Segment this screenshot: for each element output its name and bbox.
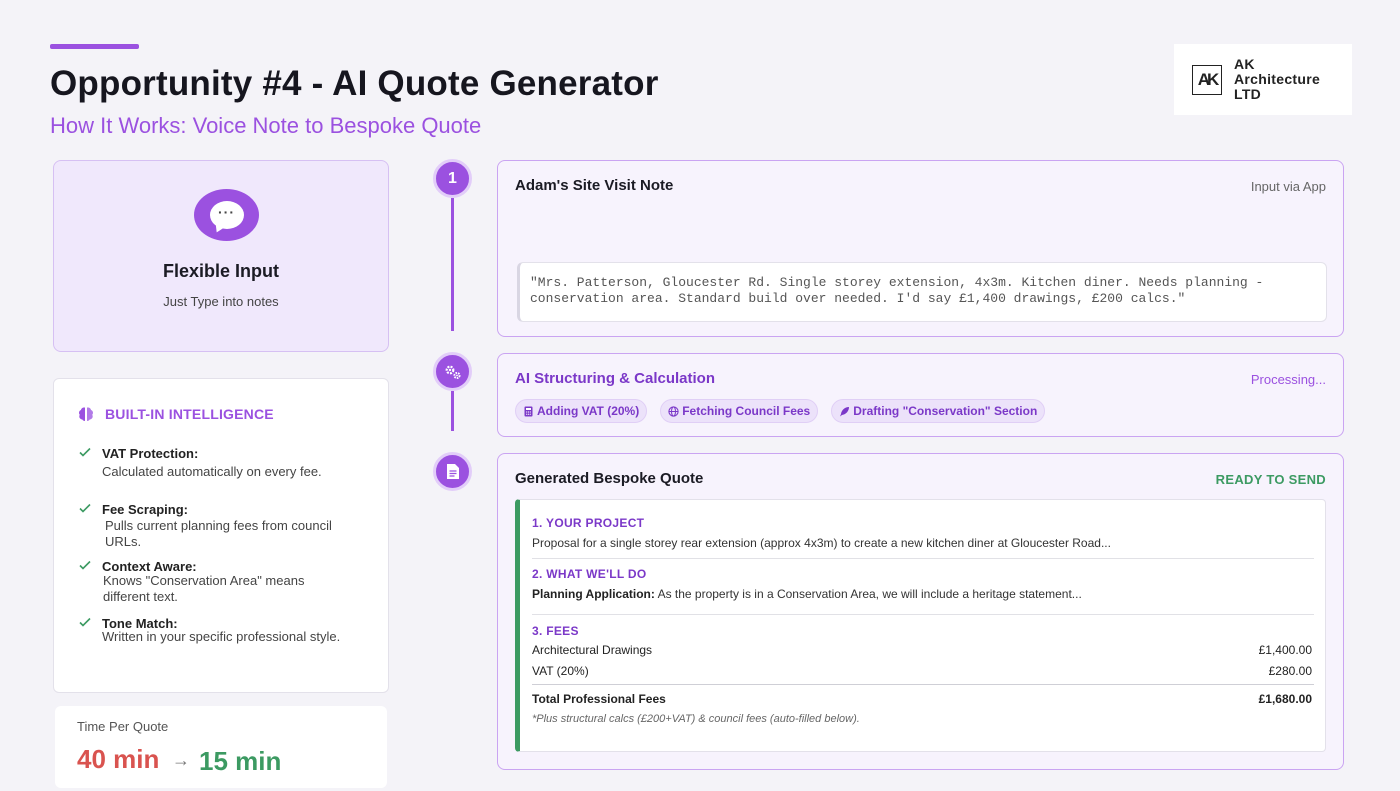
page-subtitle: How It Works: Voice Note to Bespoke Quot… [50,113,482,138]
flexible-input-card: ··· Flexible Input Just Type into notes [53,160,389,352]
input-card-subtitle: Just Type into notes [163,294,279,309]
check-icon [79,617,91,627]
panel-1-status: Input via App [1250,179,1326,194]
check-icon [79,503,91,513]
company-logo: AK AK Architecture LTD [1174,44,1352,115]
calculator-icon [524,406,533,416]
title-accent-bar [50,44,139,49]
check-icon [79,447,91,457]
step-3-circle [433,452,472,491]
logo-mark: AK [1192,64,1222,95]
time-after: 15 min [199,746,282,776]
site-visit-note-text: "Mrs. Patterson, Gloucester Rd. Single s… [517,262,1327,322]
panel-3-title: Generated Bespoke Quote [515,470,704,487]
intelligence-header: BUILT-IN INTELLIGENCE [78,406,274,422]
intelligence-title: BUILT-IN INTELLIGENCE [105,406,274,422]
time-label: Time Per Quote [77,719,169,734]
fee-row-total: Total Professional Fees £1,680.00 [532,692,1312,706]
arrow-right-icon: → [172,750,190,770]
fee-row-drawings: Architectural Drawings £1,400.00 [532,643,1312,657]
panel-2-status: Processing... [1250,372,1326,387]
quote-section-project-text: Proposal for a single storey rear extens… [532,536,1111,550]
intelligence-card: BUILT-IN INTELLIGENCE VAT Protection: Ca… [53,378,389,693]
step-2-line [451,391,454,431]
quote-section-project-heading: 1. YOUR PROJECT [532,516,645,530]
brain-icon [79,407,93,421]
logo-text: AK Architecture LTD [1234,56,1321,102]
quote-section-do-text: Planning Application: As the property is… [532,587,1082,601]
site-visit-note-panel: Adam's Site Visit Note Input via App "Mr… [497,160,1344,337]
step-2-circle [433,352,472,391]
quote-divider [532,558,1314,559]
generated-quote-panel: Generated Bespoke Quote READY TO SEND 1.… [497,453,1344,770]
quote-divider [532,684,1314,685]
step-1-circle: 1 [433,159,472,198]
time-before: 40 min [77,744,160,774]
chat-bubble-icon: ··· [194,189,259,241]
quote-divider [532,614,1314,615]
fee-row-vat: VAT (20%) £280.00 [532,664,1312,678]
chip-conservation-section: Drafting "Conservation" Section [831,399,1046,423]
time-per-quote-card: Time Per Quote 40 min → 15 min [55,706,387,788]
quote-section-fees-heading: 3. FEES [532,624,579,638]
check-icon [79,560,91,570]
input-card-title: Flexible Input [162,261,279,281]
chip-council-fees: Fetching Council Fees [660,399,819,423]
panel-1-title: Adam's Site Visit Note [515,177,674,194]
panel-2-title: AI Structuring & Calculation [515,370,716,387]
page-title: Opportunity #4 - AI Quote Generator [50,64,659,103]
quote-document: 1. YOUR PROJECT Proposal for a single st… [515,499,1326,752]
chip-vat: Adding VAT (20%) [515,399,648,423]
step-1-line [451,198,454,331]
feather-pen-icon [840,406,850,416]
quote-footnote: *Plus structural calcs (£200+VAT) & coun… [532,713,860,725]
quote-section-do-heading: 2. WHAT WE'LL DO [532,567,647,581]
ready-to-send-badge: READY TO SEND [1215,472,1326,487]
document-icon [446,464,459,479]
processing-chips: Adding VAT (20%) Fetching Council Fees D… [515,399,1046,423]
globe-icon [668,405,679,417]
gears-icon [445,365,461,379]
ai-structuring-panel: AI Structuring & Calculation Processing.… [497,353,1344,437]
